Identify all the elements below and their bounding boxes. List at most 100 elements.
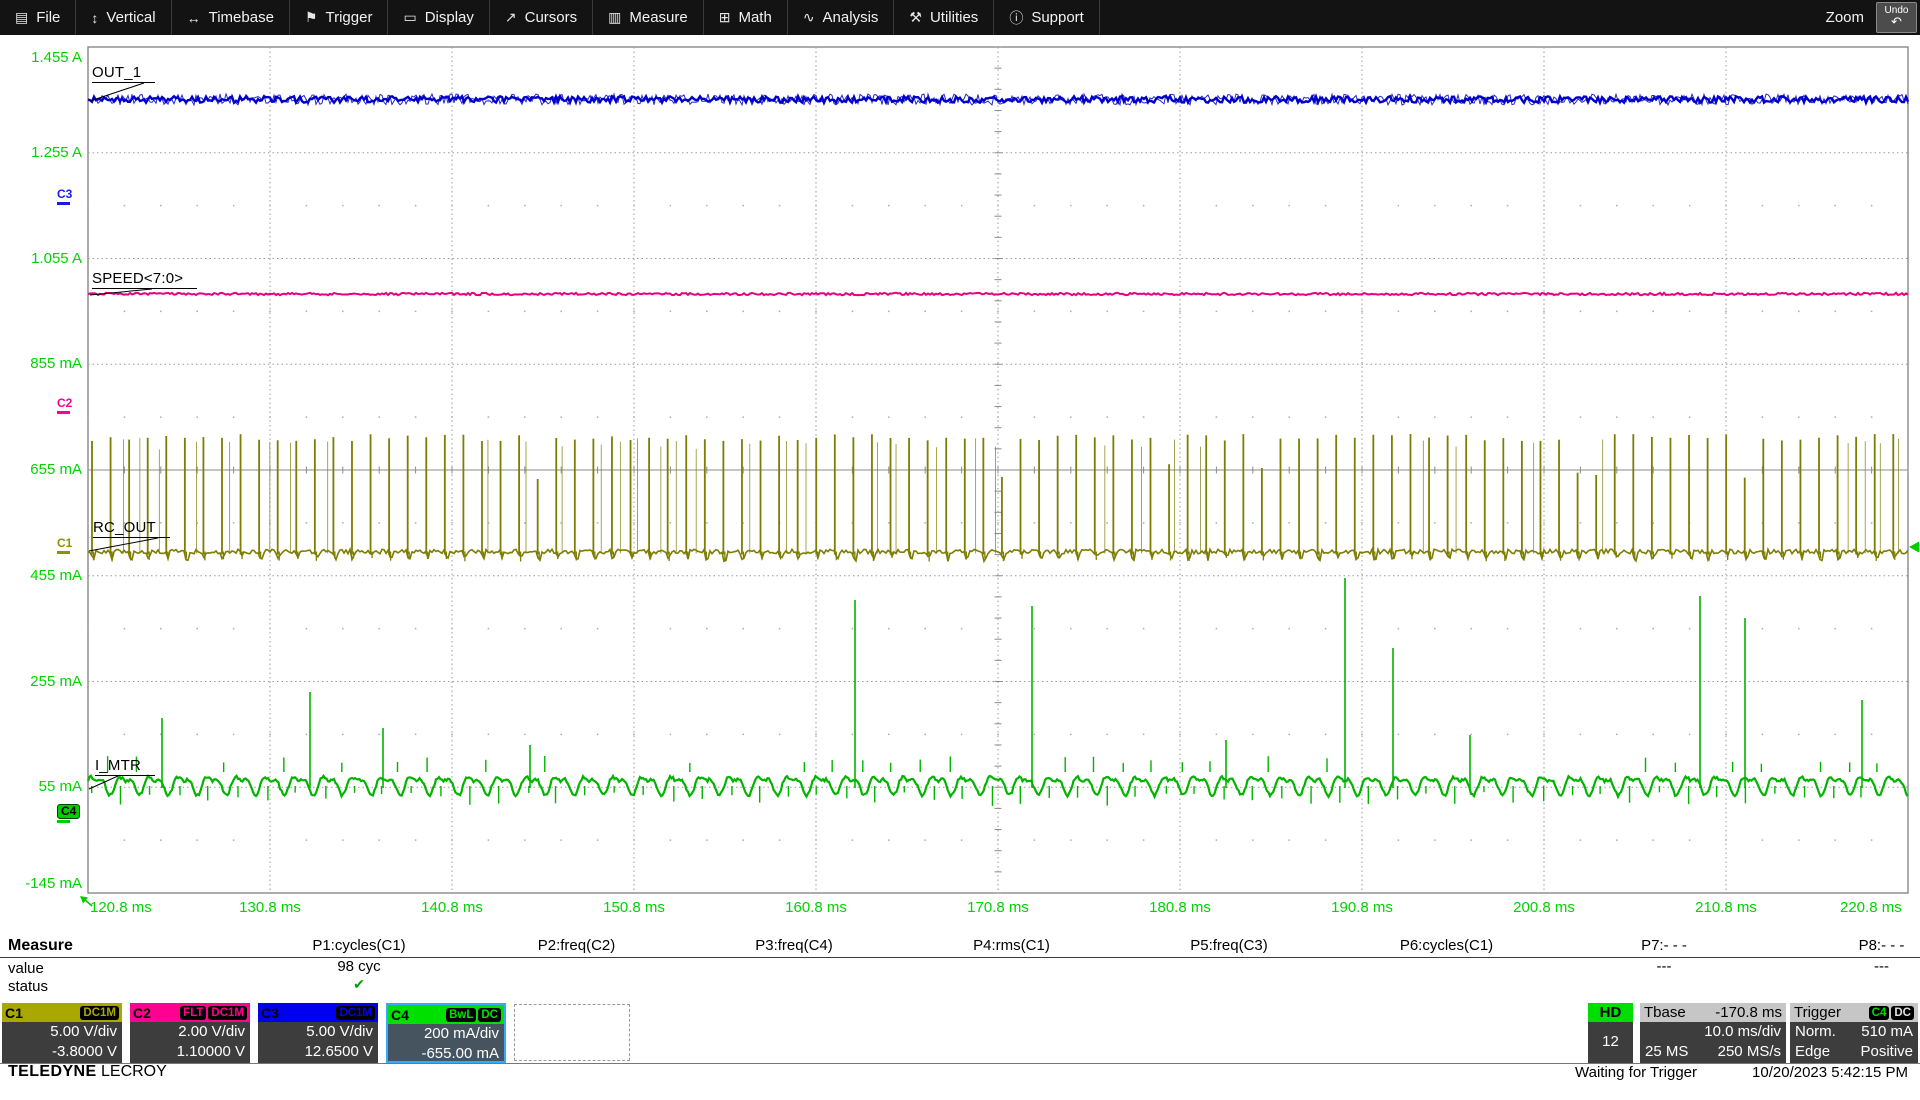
channel-offset: -655.00 mA	[393, 1044, 499, 1063]
measure-status	[1555, 976, 1773, 992]
trace-label-i-mtr[interactable]: I_MTR	[95, 757, 155, 776]
measure-value	[685, 958, 903, 976]
channel-offset: 1.10000 V	[135, 1042, 245, 1062]
measure-status	[468, 976, 686, 992]
channel-box-c4[interactable]: C4BwLDC200 mA/div-655.00 mA	[386, 1003, 506, 1063]
menu-item-label: File	[36, 9, 60, 26]
measure-section: Measure value status P1:cycles(C1)98 cyc…	[0, 935, 1920, 1003]
undo-button[interactable]: Undo ↶	[1876, 2, 1917, 33]
logo-lecroy: LECROY	[101, 1063, 167, 1080]
menu-item-label: Support	[1031, 9, 1084, 26]
menu-item-label: Timebase	[209, 9, 274, 26]
x-axis-label-3: 150.8 ms	[603, 899, 665, 916]
x-axis-label-2: 140.8 ms	[421, 899, 483, 916]
measure-column-p1[interactable]: P1:cycles(C1)98 cyc✔	[250, 935, 468, 992]
measure-status	[1338, 976, 1556, 992]
menu-item-analysis[interactable]: ∿ Analysis	[788, 0, 895, 35]
analysis-wave-icon: ∿	[803, 9, 815, 26]
zoom-button[interactable]: Zoom	[1826, 9, 1864, 26]
teledyne-lecroy-logo: TELEDYNE LECROY	[8, 1063, 167, 1081]
scope-display	[0, 0, 1920, 1080]
measure-status	[1120, 976, 1338, 992]
x-axis-label-10: 220.8 ms	[1840, 899, 1902, 916]
measure-header: P3:freq(C4)	[685, 937, 903, 954]
menu-item-label: Display	[425, 9, 474, 26]
math-calculator-icon: ⊞	[719, 9, 731, 26]
channel-box-id: C2	[133, 1005, 151, 1021]
label-callout-lines	[89, 83, 158, 789]
channel-box-c3[interactable]: C3DC1M5.00 V/div12.6500 V	[258, 1003, 378, 1063]
channel-box-c1[interactable]: C1DC1M5.00 V/div-3.8000 V	[2, 1003, 122, 1063]
menu-item-vertical[interactable]: ↕Vertical	[76, 0, 171, 35]
channel-box-c2[interactable]: C2FLTDC1M2.00 V/div1.10000 V	[130, 1003, 250, 1063]
trace-label-speed[interactable]: SPEED<7:0>	[92, 270, 197, 289]
menu-bar-items: ▤File↕Vertical↔Timebase⚑Trigger▭Display↗…	[0, 0, 1100, 35]
menu-item-utilities[interactable]: ⚒ Utilities	[894, 0, 994, 35]
channel-marker-tick	[57, 820, 70, 823]
status-bar: TELEDYNE LECROY Waiting for Trigger 10/2…	[0, 1063, 1920, 1080]
measure-header: P8:- - -	[1773, 937, 1920, 954]
trace-speed	[88, 293, 1908, 295]
menu-item-label: Vertical	[106, 9, 155, 26]
menu-item-label: Utilities	[930, 9, 978, 26]
measure-row-label-value: value	[8, 960, 44, 977]
y-axis-label-7: 55 mA	[0, 778, 82, 795]
measure-column-p7[interactable]: P7:- - ----	[1555, 935, 1773, 992]
channel-marker-c1[interactable]: C1	[57, 537, 72, 554]
timebase-delay: -170.8 ms	[1715, 1004, 1782, 1021]
trace-label-rc-out[interactable]: RC_OUT	[93, 519, 170, 538]
measure-column-p8[interactable]: P8:- - ----	[1773, 935, 1920, 992]
trigger-level-marker[interactable]	[1909, 542, 1919, 553]
measure-column-p3[interactable]: P3:freq(C4)	[685, 935, 903, 992]
trigger-status-text: Waiting for Trigger	[1575, 1064, 1697, 1081]
channel-badge-bwl: BwL	[446, 1008, 476, 1022]
y-axis-label-1: 1.255 A	[0, 144, 82, 161]
trigger-box[interactable]: Trigger C4 DC Norm. 510 mA Edge Positive	[1790, 1003, 1918, 1063]
channel-marker-tick	[57, 202, 70, 205]
menu-item-support[interactable]: ⓘSupport	[994, 0, 1100, 35]
channel-badge-dc1m: DC1M	[80, 1006, 119, 1020]
menu-item-label: Measure	[629, 9, 687, 26]
trigger-flag-icon: ⚑	[305, 9, 318, 26]
measure-header: P2:freq(C2)	[468, 937, 686, 954]
measure-column-p4[interactable]: P4:rms(C1)	[903, 935, 1121, 992]
x-axis-label-7: 190.8 ms	[1331, 899, 1393, 916]
menu-item-trigger[interactable]: ⚑Trigger	[290, 0, 389, 35]
y-axis-label-5: 455 mA	[0, 567, 82, 584]
y-axis-label-3: 855 mA	[0, 355, 82, 372]
hd-mode-box[interactable]: HD 12 Bits	[1588, 1003, 1633, 1063]
measure-header: P1:cycles(C1)	[250, 937, 468, 954]
channel-marker-c4[interactable]: C4	[57, 804, 80, 823]
channel-box-id: C1	[5, 1005, 23, 1021]
channel-marker-pill: C4	[57, 804, 80, 819]
menu-item-display[interactable]: ▭Display	[388, 0, 489, 35]
utilities-tools-icon: ⚒	[909, 9, 922, 26]
channel-marker-c3[interactable]: C3	[57, 188, 72, 205]
empty-channel-slot[interactable]	[514, 1004, 630, 1061]
graticule	[87, 47, 1908, 893]
measure-column-p6[interactable]: P6:cycles(C1)	[1338, 935, 1556, 992]
measure-ruler-icon: ▥	[608, 9, 621, 26]
bottom-panels: HD 12 Bits Tbase -170.8 ms 10.0 ms/div 2…	[0, 1003, 1920, 1063]
menu-item-label: Analysis	[823, 9, 879, 26]
channel-scale: 5.00 V/div	[7, 1022, 117, 1042]
menu-item-cursors[interactable]: ↗Cursors	[490, 0, 593, 35]
logo-teledyne: TELEDYNE	[8, 1063, 97, 1080]
measure-header: P4:rms(C1)	[903, 937, 1121, 954]
channel-badge-flt: FLT	[180, 1006, 206, 1020]
measure-column-p2[interactable]: P2:freq(C2)	[468, 935, 686, 992]
trigger-title: Trigger	[1794, 1004, 1841, 1021]
menu-item-math[interactable]: ⊞Math	[704, 0, 788, 35]
y-axis-label-2: 1.055 A	[0, 250, 82, 267]
measure-column-p5[interactable]: P5:freq(C3)	[1120, 935, 1338, 992]
measure-status	[903, 976, 1121, 992]
menu-item-timebase[interactable]: ↔Timebase	[172, 0, 290, 35]
channel-offset: 12.6500 V	[263, 1042, 373, 1062]
channel-marker-c2[interactable]: C2	[57, 397, 72, 414]
trace-label-out1[interactable]: OUT_1	[92, 64, 155, 83]
menu-item-measure[interactable]: ▥ Measure	[593, 0, 704, 35]
trigger-level: 510 mA	[1861, 1022, 1913, 1042]
menu-item-file[interactable]: ▤File	[0, 0, 76, 35]
timebase-box[interactable]: Tbase -170.8 ms 10.0 ms/div 25 MS 250 MS…	[1640, 1003, 1786, 1063]
x-axis-label-5: 170.8 ms	[967, 899, 1029, 916]
